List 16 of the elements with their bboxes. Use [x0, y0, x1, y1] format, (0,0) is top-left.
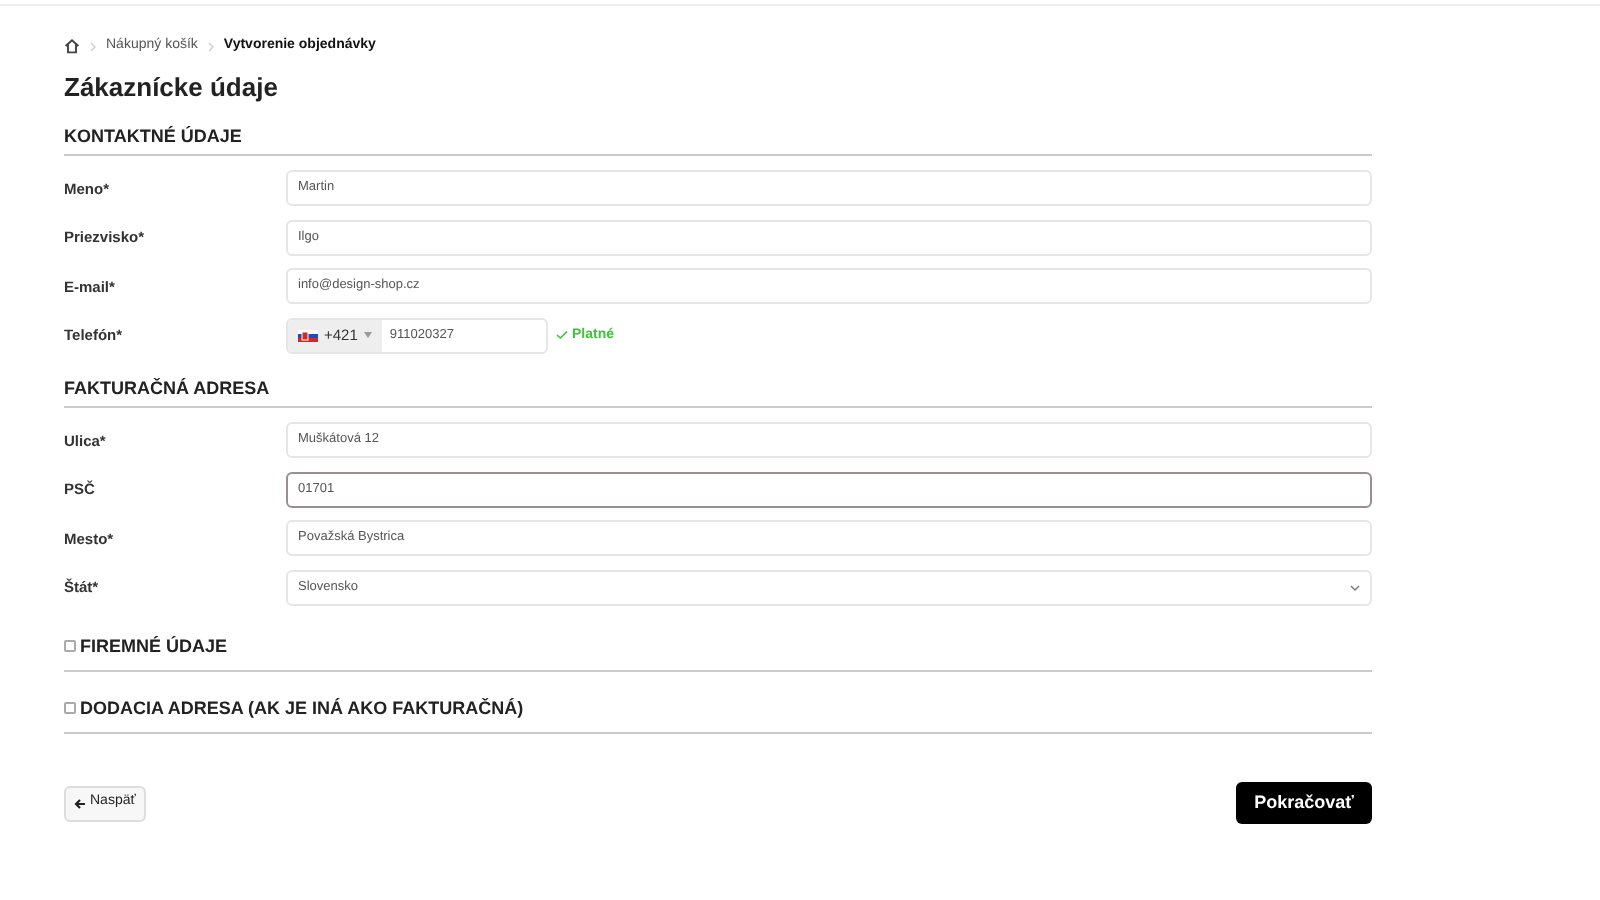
- chevron-right-icon: [207, 41, 214, 51]
- section-heading: KONTAKTNÉ ÚDAJE: [64, 124, 244, 148]
- caret-icon[interactable]: [363, 332, 372, 339]
- checkbox[interactable]: [64, 702, 76, 714]
- home-icon[interactable]: [64, 38, 80, 54]
- arrow-left-icon: [74, 797, 86, 809]
- chevron-right-icon: [90, 41, 96, 51]
- check-icon: [556, 330, 568, 341]
- chevron-down-icon: [1350, 583, 1360, 592]
- continue-button[interactable]: Pokračovať: [1236, 782, 1372, 824]
- section-heading[interactable]: FIREMNÉ ÚDAJE: [80, 634, 228, 658]
- section-heading: FAKTURAČNÁ ADRESA: [64, 376, 272, 400]
- section-heading[interactable]: DODACIA ADRESA (AK JE INÁ AKO FAKTURAČNÁ): [80, 696, 524, 720]
- page-title: Zákaznícke údaje: [64, 70, 280, 106]
- checkbox[interactable]: [64, 640, 76, 652]
- flag-icon: [298, 329, 318, 342]
